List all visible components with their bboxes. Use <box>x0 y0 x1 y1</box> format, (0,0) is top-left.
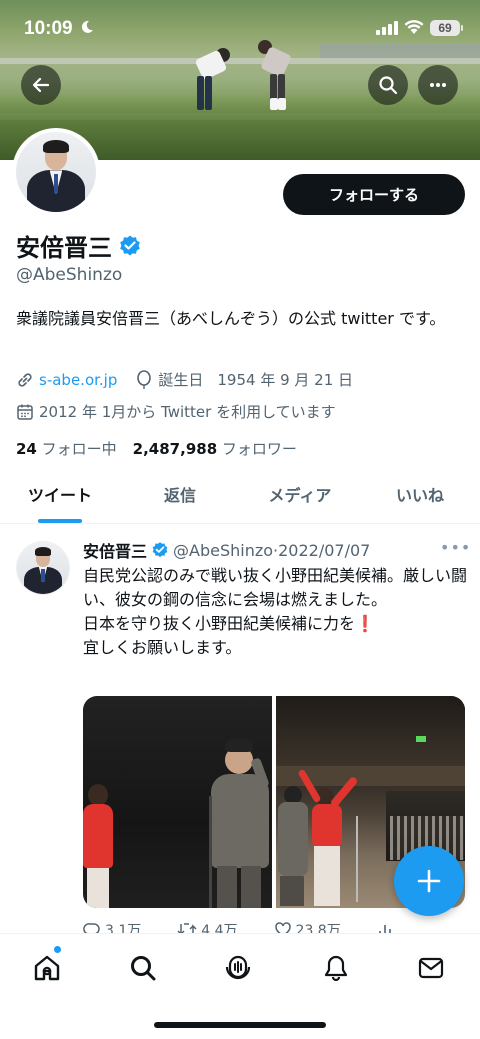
signal-icon <box>376 21 398 35</box>
profile-meta: s-abe.or.jp 誕生日 1954 年 9 月 21 日 <box>16 369 353 390</box>
profile-avatar[interactable] <box>12 128 100 216</box>
verified-badge-icon <box>152 542 168 558</box>
explore-icon <box>131 956 156 981</box>
nav-home[interactable] <box>27 948 67 988</box>
status-bar: 10:09 69 <box>0 0 480 58</box>
tweet-text-line2: 日本を守り抜く小野田紀美候補に力を <box>83 614 356 633</box>
nav-messages[interactable] <box>411 948 451 988</box>
profile-handle: @AbeShinzo <box>16 265 123 285</box>
more-icon <box>430 83 446 87</box>
calendar-icon <box>17 404 33 420</box>
search-icon <box>379 76 398 95</box>
profile-name-row: 安倍晋三 <box>16 228 142 263</box>
avatar-image <box>16 132 96 212</box>
following-count: 24 <box>16 440 37 458</box>
home-icon <box>34 955 60 981</box>
compose-tweet-button[interactable] <box>394 846 464 916</box>
profile-name: 安倍晋三 <box>16 234 112 262</box>
messages-icon <box>418 957 444 979</box>
moon-icon <box>81 20 93 33</box>
nav-spaces[interactable] <box>218 948 258 988</box>
spaces-icon <box>225 955 251 980</box>
plus-icon <box>417 869 441 893</box>
exclamation-emoji-icon: ❗ <box>355 614 375 633</box>
search-button[interactable] <box>368 65 408 105</box>
birthday-label: 誕生日 <box>158 371 204 389</box>
following-link[interactable]: 24 フォロー中 <box>16 438 117 459</box>
tab-media[interactable]: メディア <box>240 472 360 523</box>
verified-badge-icon[interactable] <box>118 234 142 258</box>
wifi-icon <box>404 20 424 34</box>
tweet-text: 自民党公認のみで戦い抜く小野田紀美候補。厳しい闘い、彼女の鋼の信念に会場は燃えま… <box>83 564 468 660</box>
battery-indicator: 69 <box>430 20 463 36</box>
status-time: 10:09 <box>24 18 73 39</box>
link-icon <box>18 372 32 387</box>
followers-count: 2,487,988 <box>132 440 218 458</box>
back-button[interactable] <box>21 65 61 105</box>
profile-bio: 衆議院議員安倍晋三（あべしんぞう）の公式 twitter です。 <box>16 309 446 328</box>
more-button[interactable] <box>418 65 458 105</box>
tweet-text-line: 日本を守り抜く小野田紀美候補に力を❗ <box>83 612 468 636</box>
followers-link[interactable]: 2,487,988 フォロワー <box>133 438 297 459</box>
tweet-more-icon[interactable]: ••• <box>440 538 471 557</box>
tab-likes[interactable]: いいね <box>360 472 480 523</box>
tweet-text-line: 宜しくお願いします。 <box>83 638 242 657</box>
back-arrow-icon <box>32 77 50 93</box>
tweet-author-name[interactable]: 安倍晋三 <box>83 538 147 562</box>
profile-joined: 2012 年 1月から Twitter を利用しています <box>16 401 336 422</box>
notifications-icon <box>324 955 348 982</box>
profile-tabs: ツイート 返信 メディア いいね <box>0 472 480 524</box>
avatar-image <box>17 542 69 594</box>
tab-replies[interactable]: 返信 <box>120 472 240 523</box>
tweet-date: 2022/07/07 <box>278 540 371 560</box>
followers-label: フォロワー <box>221 440 297 458</box>
tweet-photo[interactable] <box>83 696 272 908</box>
notification-dot <box>54 946 61 953</box>
joined-date: 2012 年 1月から Twitter を利用しています <box>39 403 336 421</box>
follow-counts: 24 フォロー中 2,487,988 フォロワー <box>16 438 297 459</box>
birthday-value: 1954 年 9 月 21 日 <box>217 371 354 389</box>
nav-notifications[interactable] <box>316 948 356 988</box>
tweet-avatar[interactable] <box>16 541 70 595</box>
website-link[interactable]: s-abe.or.jp <box>39 371 117 389</box>
balloon-icon <box>137 369 152 389</box>
tweet-text-line: 自民党公認のみで戦い抜く小野田紀美候補。厳しい闘い、彼女の鋼の信念に会場は燃えま… <box>83 566 468 609</box>
follow-button[interactable]: フォローする <box>283 174 465 215</box>
nav-explore[interactable] <box>123 948 163 988</box>
banner-field <box>0 58 480 64</box>
tweet-author-handle: @AbeShinzo <box>173 540 274 560</box>
home-indicator <box>154 1022 326 1028</box>
tweet-header: 安倍晋三 @AbeShinzo · 2022/07/07 <box>83 538 370 562</box>
banner-field <box>0 95 480 113</box>
following-label: フォロー中 <box>41 440 117 458</box>
tab-tweets[interactable]: ツイート <box>0 472 120 523</box>
